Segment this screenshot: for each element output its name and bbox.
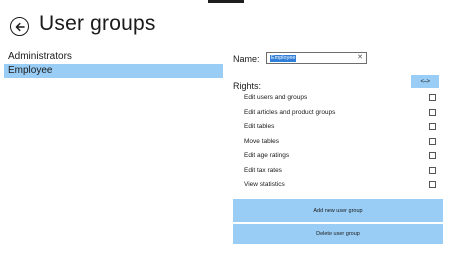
- delete-user-group-button[interactable]: Delete user group: [233, 224, 443, 244]
- rights-label: Rights:: [233, 81, 262, 91]
- name-input[interactable]: Employee ✕: [266, 52, 367, 64]
- group-item-administrators[interactable]: Administrators: [4, 50, 223, 64]
- right-label-edit-age-ratings: Edit age ratings: [244, 152, 290, 159]
- checkbox-view-statistics[interactable]: [429, 181, 436, 188]
- right-label-view-statistics: View statistics: [244, 181, 285, 188]
- right-row: View statistics: [244, 178, 440, 193]
- right-row: Move tables: [244, 135, 440, 150]
- checkbox-edit-tax-rates[interactable]: [429, 166, 436, 174]
- checkbox-edit-age-ratings[interactable]: [429, 152, 436, 159]
- checkbox-move-tables[interactable]: [429, 137, 436, 145]
- clear-x-icon[interactable]: ✕: [357, 53, 363, 63]
- checkbox-edit-articles[interactable]: [429, 108, 436, 116]
- checkbox-edit-tables[interactable]: [429, 123, 436, 130]
- right-label-edit-users-and-groups: Edit users and groups: [244, 94, 308, 101]
- page-title: User groups: [39, 12, 156, 35]
- group-item-employee[interactable]: Employee: [4, 64, 223, 78]
- right-row: Edit age ratings: [244, 149, 440, 164]
- right-row: Edit users and groups: [244, 91, 440, 106]
- name-input-value: Employee: [270, 55, 297, 62]
- back-arrow-icon: [15, 22, 25, 31]
- back-button[interactable]: [10, 17, 29, 36]
- swap-button[interactable]: <-->: [411, 75, 439, 88]
- group-list: Administrators Employee: [4, 50, 223, 78]
- name-label: Name:: [233, 54, 260, 64]
- right-row: Edit tables: [244, 120, 440, 135]
- add-user-group-button[interactable]: Add new user group: [233, 199, 443, 222]
- rights-list: Edit users and groups Edit articles and …: [244, 91, 440, 193]
- right-label-edit-tables: Edit tables: [244, 123, 275, 130]
- window-top-strip: [208, 0, 244, 3]
- right-label-edit-articles: Edit articles and product groups: [244, 108, 336, 116]
- right-row: Edit articles and product groups: [244, 106, 440, 121]
- checkbox-edit-users-and-groups[interactable]: [429, 94, 436, 101]
- right-label-move-tables: Move tables: [244, 137, 280, 145]
- right-label-edit-tax-rates: Edit tax rates: [244, 166, 282, 174]
- right-row: Edit tax rates: [244, 164, 440, 179]
